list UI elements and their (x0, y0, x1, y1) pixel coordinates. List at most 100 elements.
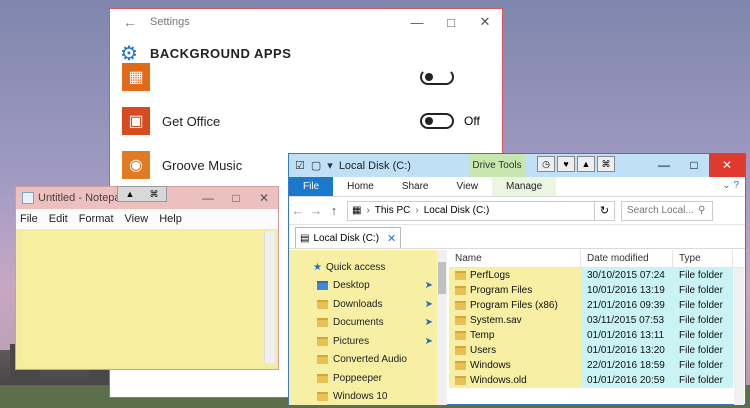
table-row[interactable]: Program Files 10/01/2016 13:19 File fold… (449, 283, 745, 298)
groove-music-icon: ◉ (122, 151, 150, 179)
drive-tools-context-tab: Drive Tools (469, 154, 525, 177)
up-arrow-icon[interactable]: ↑ (325, 203, 343, 218)
tab-view[interactable]: View (443, 177, 493, 196)
back-arrow-icon[interactable]: ← (289, 203, 307, 218)
properties-icon[interactable]: ☑ (295, 159, 305, 172)
menu-format[interactable]: Format (79, 213, 114, 225)
pin-icon: ➤ (424, 317, 433, 329)
explorer-tab[interactable]: ▤ Local Disk (C:) ✕ (295, 227, 402, 248)
table-row[interactable]: Temp 01/01/2016 13:11 File folder (449, 328, 745, 343)
navigation-pane: ★ Quick access Desktop ➤ Downloads ➤ Doc… (289, 250, 437, 405)
scrollbar-thumb[interactable] (438, 262, 446, 294)
tab-manage[interactable]: Manage (492, 177, 557, 196)
page-title: BACKGROUND APPS (150, 45, 292, 61)
background-toggle[interactable] (420, 69, 454, 85)
file-list-header: Name Date modified Type (449, 250, 745, 268)
maximize-icon[interactable]: □ (679, 154, 709, 177)
forward-arrow-icon[interactable]: → (307, 203, 325, 218)
table-row[interactable]: Users 01/01/2016 13:20 File folder (449, 343, 745, 358)
clock-icon[interactable]: ◷ (537, 156, 555, 172)
minimize-icon[interactable]: — (649, 154, 679, 177)
menu-edit[interactable]: Edit (49, 213, 68, 225)
nav-item-poppeeper[interactable]: Poppeeper (289, 369, 437, 388)
expand-ribbon-icon[interactable]: ⌄ ? (722, 180, 739, 191)
column-date-modified[interactable]: Date modified (581, 250, 673, 267)
office-icon: ▣ (122, 107, 150, 135)
app-name: Get Office (162, 113, 221, 129)
title-buttons-addon: ◷ ♥ ▲ ⌘ (537, 156, 617, 172)
nav-item-documents[interactable]: Documents ➤ (289, 314, 437, 333)
table-row[interactable]: Windows.old 01/01/2016 20:59 File folder (449, 373, 745, 388)
explorer-title: Local Disk (C:) (338, 159, 411, 172)
table-row[interactable]: Windows 22/01/2016 18:59 File folder (449, 358, 745, 373)
folder-icon (455, 271, 466, 280)
close-icon[interactable]: ✕ (709, 154, 745, 177)
folder-icon (317, 373, 328, 383)
table-row[interactable]: PerfLogs 30/10/2015 07:24 File folder (449, 268, 745, 283)
notepad-text-area[interactable] (22, 231, 266, 363)
breadcrumb-local-disk[interactable]: Local Disk (C:) (424, 205, 490, 216)
explorer-tabstrip: ▤ Local Disk (C:) ✕ (289, 225, 745, 249)
tab-home[interactable]: Home (333, 177, 388, 196)
nav-item-converted-audio[interactable]: Converted Audio (289, 351, 437, 370)
folder-icon (455, 376, 466, 385)
toggle-state-label: Off (464, 114, 480, 128)
close-icon[interactable]: ✕ (468, 14, 502, 30)
table-row[interactable]: Program Files (x86) 21/01/2016 09:39 Fil… (449, 298, 745, 313)
heart-icon[interactable]: ♥ (557, 156, 575, 172)
new-folder-icon[interactable]: ▢ (311, 159, 321, 172)
table-row[interactable]: System.sav 03/11/2015 07:53 File folder (449, 313, 745, 328)
column-type[interactable]: Type (673, 250, 733, 267)
nav-item-windows-10[interactable]: Windows 10 (289, 388, 437, 407)
documents-folder-icon (317, 318, 328, 328)
tab-file[interactable]: File (289, 177, 334, 196)
arrow-left-icon[interactable]: ← (110, 14, 150, 30)
folder-icon (455, 346, 466, 355)
nav-item-quick-access[interactable]: ★ Quick access (289, 258, 437, 277)
search-icon: ⚲ (698, 204, 706, 216)
minimize-icon[interactable]: — (400, 15, 434, 30)
close-icon[interactable]: ✕ (250, 191, 278, 205)
chevron-down-icon[interactable]: ▾ (327, 159, 333, 172)
address-bar[interactable]: ▦ › This PC › Local Disk (C:) (347, 200, 595, 221)
file-list-scrollbar[interactable] (734, 268, 744, 405)
close-tab-icon[interactable]: ✕ (387, 232, 396, 245)
calendar-icon: ▦ (122, 63, 150, 91)
menu-view[interactable]: View (125, 213, 149, 225)
menu-help[interactable]: Help (159, 213, 182, 225)
background-toggle[interactable] (420, 113, 454, 129)
refresh-icon[interactable]: ↻ (595, 200, 615, 221)
address-bar-row: ← → ↑ ▦ › This PC › Local Disk (C:) ↻ Se… (289, 197, 745, 225)
computer-icon: ▦ (352, 205, 362, 216)
search-box[interactable]: Search Local... ⚲ (621, 200, 713, 221)
pin-icon: ➤ (424, 335, 433, 347)
folder-icon (317, 392, 328, 402)
desktop-folder-icon (317, 281, 328, 291)
breadcrumb-this-pc[interactable]: This PC (375, 205, 411, 216)
file-explorer-window: ☑ ▢ ▾ Local Disk (C:) Drive Tools ◷ ♥ ▲ … (288, 153, 746, 405)
app-row-get-office: ▣ Get Office Off (122, 107, 494, 135)
folder-icon (455, 286, 466, 295)
caret-up-icon[interactable]: ▲ (118, 187, 142, 201)
notepad-scrollbar[interactable] (264, 231, 275, 363)
pin-icon[interactable]: ⌘ (597, 156, 615, 172)
title-buttons-addon: ▲ ⌘ (117, 186, 167, 202)
drive-icon: ▤ (300, 232, 310, 244)
navigation-scrollbar[interactable] (437, 250, 447, 405)
downloads-folder-icon (317, 299, 328, 309)
pin-icon[interactable]: ⌘ (142, 187, 166, 201)
menu-file[interactable]: File (20, 213, 38, 225)
minimize-icon[interactable]: — (194, 191, 222, 205)
nav-item-desktop[interactable]: Desktop ➤ (289, 277, 437, 296)
nav-item-downloads[interactable]: Downloads ➤ (289, 295, 437, 314)
column-name[interactable]: Name (449, 250, 581, 267)
maximize-icon[interactable]: □ (434, 15, 468, 30)
nav-item-pictures[interactable]: Pictures ➤ (289, 332, 437, 351)
caret-up-icon[interactable]: ▲ (577, 156, 595, 172)
explorer-tab-label: Local Disk (C:) (313, 232, 380, 244)
folder-icon (455, 361, 466, 370)
explorer-titlebar: ☑ ▢ ▾ Local Disk (C:) Drive Tools ◷ ♥ ▲ … (289, 154, 745, 177)
settings-titlebar: ← Settings — □ ✕ (110, 9, 502, 35)
tab-share[interactable]: Share (388, 177, 443, 196)
maximize-icon[interactable]: □ (222, 191, 250, 205)
